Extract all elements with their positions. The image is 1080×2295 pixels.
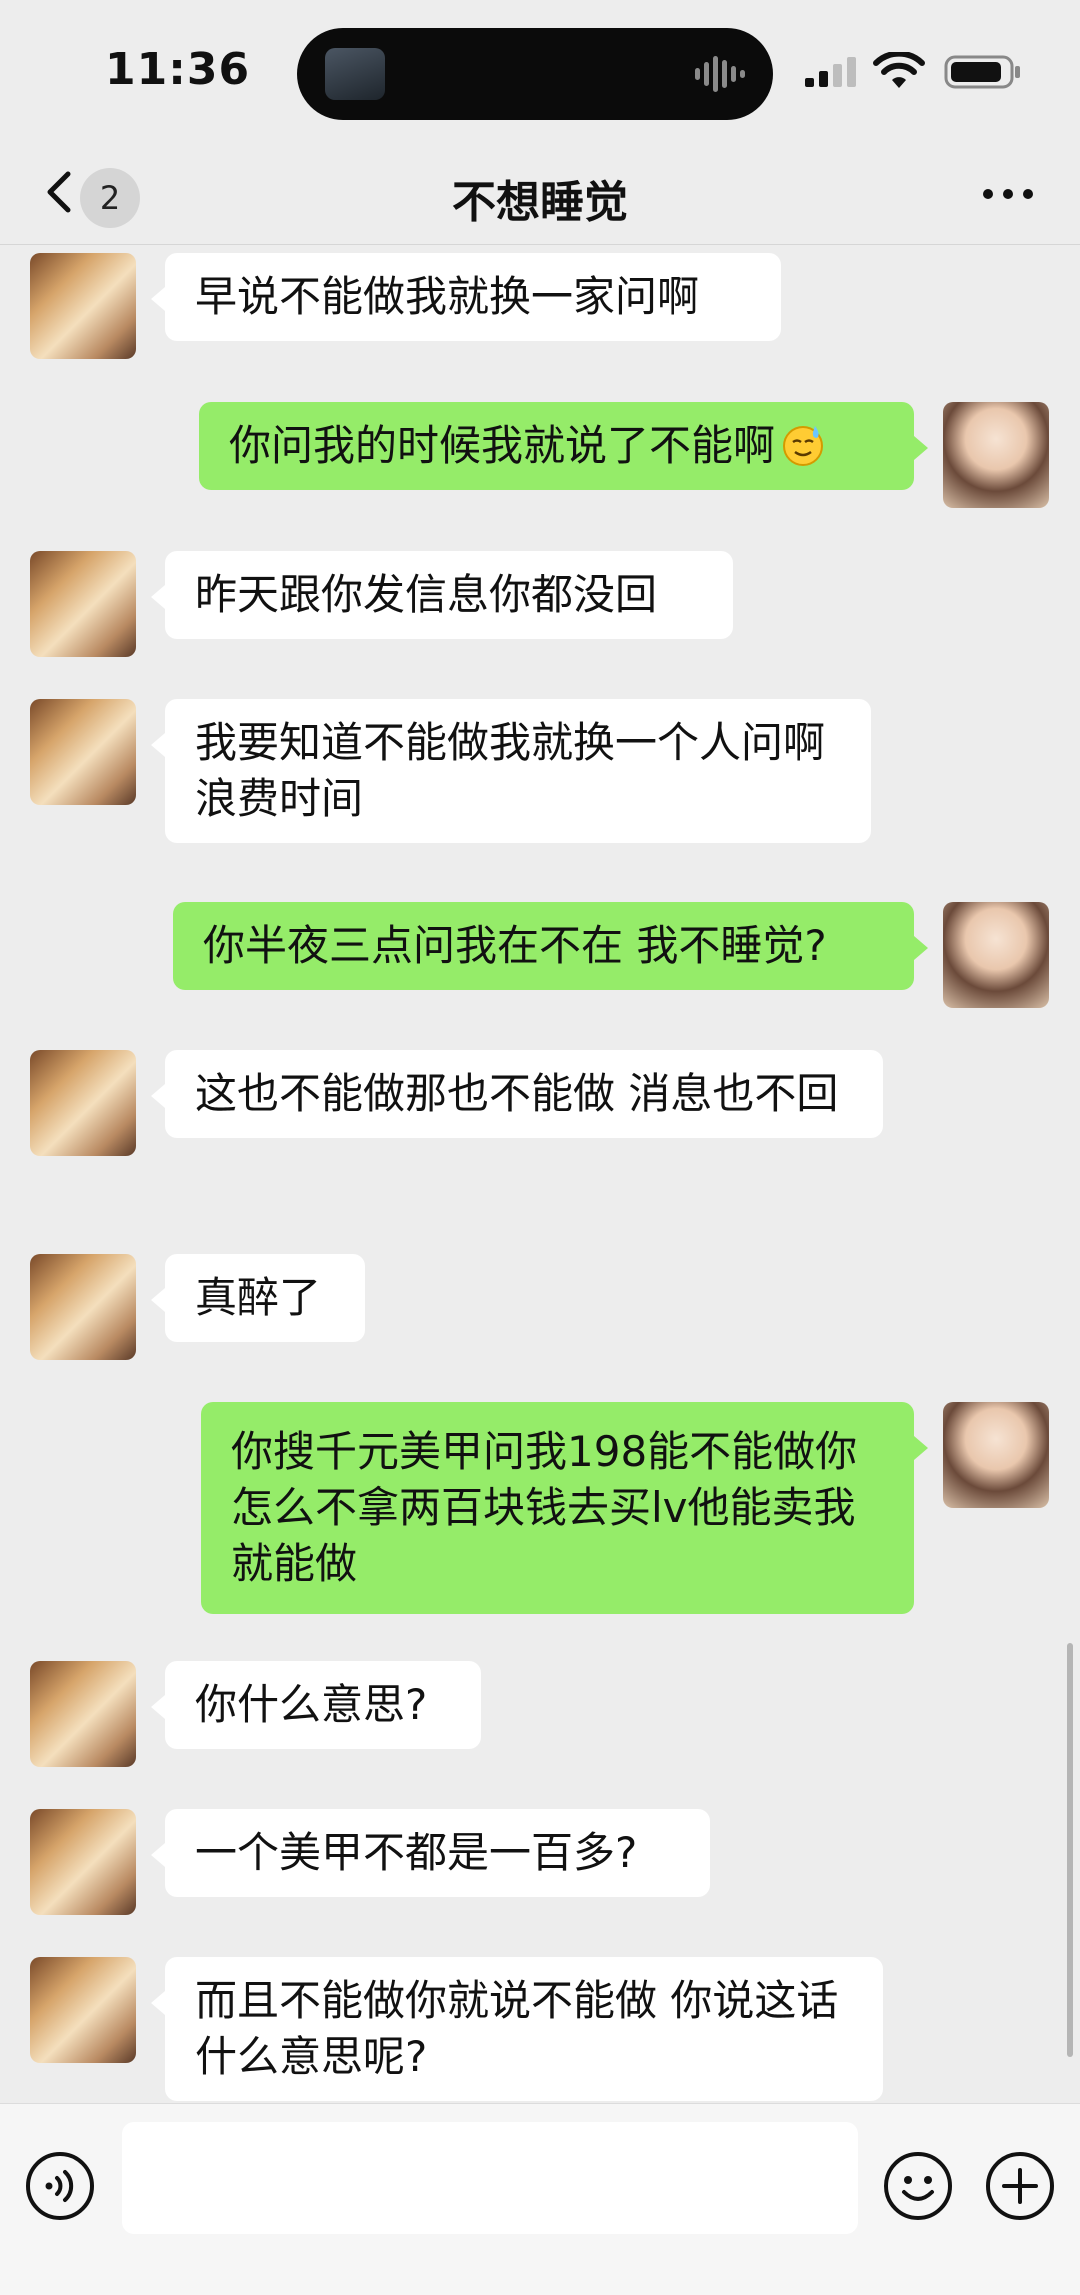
- status-bar: 11:36: [0, 0, 1080, 140]
- message-bubble[interactable]: 一个美甲不都是一百多?: [151, 1809, 710, 1897]
- chat-title: 不想睡觉: [452, 177, 628, 228]
- my-avatar[interactable]: [943, 402, 1049, 508]
- message-bubble[interactable]: 我要知道不能做我就换一个人问啊 浪费时间: [151, 699, 871, 843]
- my-avatar[interactable]: [943, 1402, 1049, 1508]
- message-bubble[interactable]: 昨天跟你发信息你都没回: [151, 551, 733, 639]
- my-avatar[interactable]: [943, 902, 1049, 1008]
- contact-avatar[interactable]: [30, 253, 136, 359]
- message-input[interactable]: [122, 2122, 858, 2234]
- dynamic-island[interactable]: [297, 28, 773, 120]
- contact-avatar[interactable]: [30, 551, 136, 657]
- message-bubble[interactable]: 真醉了: [151, 1254, 365, 1342]
- sweat-smile-emoji: [783, 426, 824, 466]
- contact-avatar[interactable]: [30, 1809, 136, 1915]
- status-time: 11:36: [105, 44, 251, 95]
- plus-circle-icon[interactable]: [984, 2150, 1056, 2222]
- message-bubble[interactable]: 早说不能做我就换一家问啊: [151, 253, 781, 341]
- contact-avatar[interactable]: [30, 1254, 136, 1360]
- message-text: 你问我的时候我就说了不能啊: [229, 421, 776, 470]
- contact-avatar[interactable]: [30, 1050, 136, 1156]
- contact-avatar[interactable]: [30, 1661, 136, 1767]
- message-bubble[interactable]: 这也不能做那也不能做 消息也不回: [151, 1050, 883, 1138]
- battery-icon: [944, 55, 1020, 89]
- message-list[interactable]: 早说不能做我就换一家问啊 你问我的时候我就说了不能啊 昨天跟你发信息你都没回 我…: [0, 245, 1080, 2103]
- message-bubble[interactable]: 你问我的时候我就说了不能啊: [199, 402, 928, 490]
- input-bar: [0, 2103, 1080, 2295]
- message-bubble[interactable]: 你什么意思?: [151, 1661, 481, 1749]
- wifi-icon: [873, 52, 925, 88]
- contact-avatar[interactable]: [30, 699, 136, 805]
- cellular-signal-icon: [805, 57, 856, 87]
- message-bubble[interactable]: 你半夜三点问我在不在 我不睡觉?: [173, 902, 928, 990]
- more-dots-icon[interactable]: [980, 170, 1036, 218]
- scrollbar[interactable]: [1067, 1643, 1073, 2057]
- audio-waveform-icon: [695, 56, 745, 92]
- emoji-face-icon[interactable]: [882, 2150, 954, 2222]
- voice-input-icon[interactable]: [24, 2150, 96, 2222]
- contact-avatar[interactable]: [30, 1957, 136, 2063]
- message-bubble[interactable]: 而且不能做你就说不能做 你说这话什么意思呢?: [151, 1957, 883, 2101]
- media-thumbnail-icon: [325, 48, 385, 100]
- chat-header: 2 不想睡觉: [0, 140, 1080, 245]
- message-bubble[interactable]: 你搜千元美甲问我198能不能做你怎么不拿两百块钱去买lv他能卖我就能做: [201, 1402, 928, 1614]
